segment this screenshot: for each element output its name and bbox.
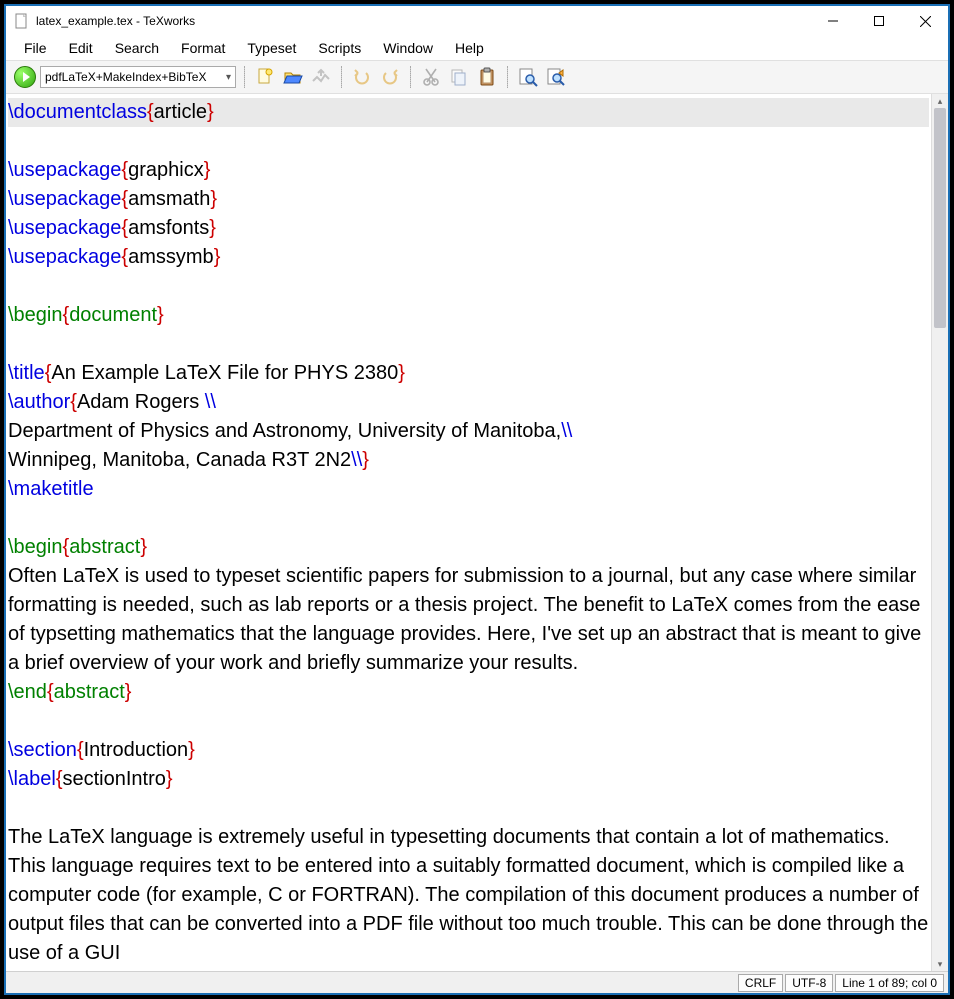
paste-icon[interactable] — [475, 65, 499, 89]
scroll-thumb[interactable] — [934, 108, 946, 328]
status-encoding[interactable]: UTF-8 — [785, 974, 833, 992]
replace-icon[interactable] — [544, 65, 568, 89]
vertical-scrollbar[interactable]: ▴ ▾ — [931, 94, 948, 971]
toolbar: pdfLaTeX+MakeIndex+BibTeX — [6, 60, 948, 94]
maximize-button[interactable] — [856, 6, 902, 36]
toolbar-separator — [341, 66, 342, 88]
menu-item-typeset[interactable]: Typeset — [237, 38, 306, 58]
menu-item-edit[interactable]: Edit — [59, 38, 103, 58]
app-window: latex_example.tex - TeXworks FileEditSea… — [4, 4, 950, 995]
toolbar-separator — [410, 66, 411, 88]
menu-item-file[interactable]: File — [14, 38, 57, 58]
menubar: FileEditSearchFormatTypesetScriptsWindow… — [6, 36, 948, 60]
new-file-icon[interactable] — [253, 65, 277, 89]
window-controls — [810, 6, 948, 36]
window-title: latex_example.tex - TeXworks — [36, 14, 195, 28]
toolbar-separator — [244, 66, 245, 88]
redo-icon[interactable] — [378, 65, 402, 89]
titlebar: latex_example.tex - TeXworks — [6, 6, 948, 36]
typeset-button[interactable] — [14, 66, 36, 88]
app-icon — [14, 13, 30, 29]
menu-item-format[interactable]: Format — [171, 38, 235, 58]
status-eol[interactable]: CRLF — [738, 974, 783, 992]
open-file-icon[interactable] — [281, 65, 305, 89]
menu-item-window[interactable]: Window — [373, 38, 443, 58]
toolbar-separator — [507, 66, 508, 88]
copy-icon[interactable] — [447, 65, 471, 89]
minimize-button[interactable] — [810, 6, 856, 36]
statusbar: CRLF UTF-8 Line 1 of 89; col 0 — [6, 971, 948, 993]
menu-item-help[interactable]: Help — [445, 38, 494, 58]
scroll-up-arrow[interactable]: ▴ — [932, 94, 948, 108]
find-icon[interactable] — [516, 65, 540, 89]
menu-item-search[interactable]: Search — [105, 38, 169, 58]
scroll-down-arrow[interactable]: ▾ — [932, 957, 948, 971]
save-file-icon[interactable] — [309, 65, 333, 89]
text-editor[interactable]: \documentclass{article} \usepackage{grap… — [6, 94, 931, 971]
status-position[interactable]: Line 1 of 89; col 0 — [835, 974, 944, 992]
close-button[interactable] — [902, 6, 948, 36]
editor-area: \documentclass{article} \usepackage{grap… — [6, 94, 948, 971]
menu-item-scripts[interactable]: Scripts — [308, 38, 371, 58]
engine-select-value: pdfLaTeX+MakeIndex+BibTeX — [45, 70, 206, 84]
cut-icon[interactable] — [419, 65, 443, 89]
engine-select[interactable]: pdfLaTeX+MakeIndex+BibTeX — [40, 66, 236, 88]
undo-icon[interactable] — [350, 65, 374, 89]
